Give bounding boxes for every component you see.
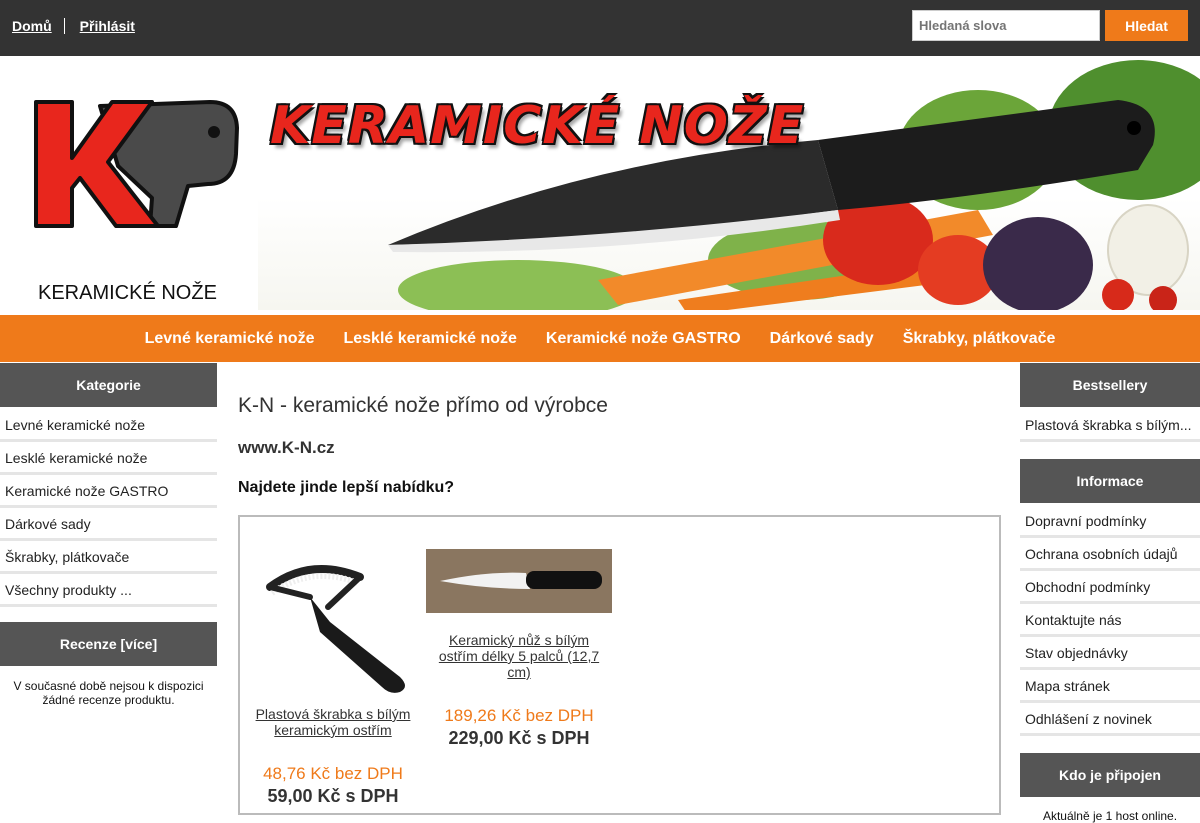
logo-knife-icon bbox=[34, 100, 239, 228]
category-item[interactable]: Levné keramické nože bbox=[0, 409, 217, 442]
bestsellers-heading: Bestsellery bbox=[1020, 363, 1200, 407]
nav-peelers[interactable]: Škrabky, plátkovače bbox=[903, 330, 1056, 348]
price-excl-vat: 48,76 Kč bez DPH bbox=[263, 764, 403, 783]
info-list: Dopravní podmínky Ochrana osobních údajů… bbox=[1020, 505, 1200, 736]
site-name: KERAMICKÉ NOŽE bbox=[38, 282, 217, 304]
category-item[interactable]: Keramické nože GASTRO bbox=[0, 475, 217, 508]
site-logo[interactable] bbox=[0, 66, 258, 262]
product-card: Plastová škrabka s bílým keramickým ostř… bbox=[250, 547, 416, 807]
knife-image[interactable] bbox=[426, 549, 612, 613]
offer-question: Najdete jinde lepší nabídku? bbox=[238, 479, 455, 496]
categories-list: Levné keramické nože Lesklé keramické no… bbox=[0, 409, 217, 607]
online-heading: Kdo je připojen bbox=[1020, 753, 1200, 797]
nav-gastro-knives[interactable]: Keramické nože GASTRO bbox=[546, 330, 741, 348]
product-grid: Plastová škrabka s bílým keramickým ostř… bbox=[238, 515, 1001, 815]
product-card: Keramický nůž s bílým ostřím délky 5 pal… bbox=[426, 549, 612, 749]
category-item[interactable]: Všechny produkty ... bbox=[0, 574, 217, 607]
product-link[interactable]: Keramický nůž s bílým ostřím délky 5 pal… bbox=[426, 632, 612, 680]
price-incl-vat: 59,00 Kč s DPH bbox=[267, 786, 399, 806]
link-divider bbox=[63, 18, 65, 34]
categories-heading: Kategorie bbox=[0, 363, 217, 407]
login-link[interactable]: Přihlásit bbox=[80, 18, 135, 34]
info-item[interactable]: Odhlášení z novinek bbox=[1020, 703, 1200, 736]
right-sidebar: Bestsellery Plastová škrabka s bílým... … bbox=[1020, 363, 1200, 823]
search-button[interactable]: Hledat bbox=[1105, 10, 1188, 41]
top-bar: Domů Přihlásit Hledat bbox=[0, 0, 1200, 56]
info-item[interactable]: Dopravní podmínky bbox=[1020, 505, 1200, 538]
top-links: Domů Přihlásit bbox=[12, 18, 135, 34]
product-link[interactable]: Plastová škrabka s bílým keramickým ostř… bbox=[250, 706, 416, 738]
info-heading: Informace bbox=[1020, 459, 1200, 503]
left-sidebar: Kategorie Levné keramické nože Lesklé ke… bbox=[0, 363, 217, 707]
nav-glossy-knives[interactable]: Lesklé keramické nože bbox=[343, 330, 516, 348]
banner-image: KERAMICKÉ NOŽE bbox=[258, 60, 1200, 310]
header: KERAMICKÉ NOŽE KERAMICKÉ NOŽE bbox=[0, 56, 1200, 315]
online-status: Aktuálně je 1 host online. bbox=[1042, 809, 1178, 823]
reviews-heading[interactable]: Recenze [více] bbox=[0, 622, 217, 666]
bestseller-item[interactable]: Plastová škrabka s bílým... bbox=[1020, 409, 1200, 442]
banner-title: KERAMICKÉ NOŽE bbox=[270, 96, 805, 156]
price-incl-vat: 229,00 Kč s DPH bbox=[448, 728, 590, 748]
category-item[interactable]: Lesklé keramické nože bbox=[0, 442, 217, 475]
info-item[interactable]: Stav objednávky bbox=[1020, 637, 1200, 670]
category-item[interactable]: Škrabky, plátkovače bbox=[0, 541, 217, 574]
info-item[interactable]: Mapa stránek bbox=[1020, 670, 1200, 703]
search-input[interactable] bbox=[912, 10, 1100, 41]
info-item[interactable]: Ochrana osobních údajů bbox=[1020, 538, 1200, 571]
nav-cheap-knives[interactable]: Levné keramické nože bbox=[145, 330, 315, 348]
price-excl-vat: 189,26 Kč bez DPH bbox=[444, 706, 594, 725]
main-content: K-N - keramické nože přímo od výrobce ww… bbox=[238, 363, 1002, 815]
info-item[interactable]: Kontaktujte nás bbox=[1020, 604, 1200, 637]
main-nav: Levné keramické nože Lesklé keramické no… bbox=[0, 315, 1200, 362]
peeler-image[interactable] bbox=[250, 547, 416, 697]
page-title: K-N - keramické nože přímo od výrobce bbox=[238, 394, 608, 417]
info-item[interactable]: Obchodní podmínky bbox=[1020, 571, 1200, 604]
category-item[interactable]: Dárkové sady bbox=[0, 508, 217, 541]
site-url: www.K-N.cz bbox=[238, 438, 335, 457]
reviews-note: V současné době nejsou k dispozici žádné… bbox=[13, 679, 204, 707]
home-link[interactable]: Domů bbox=[12, 18, 52, 34]
nav-gift-sets[interactable]: Dárkové sady bbox=[770, 330, 874, 348]
bestsellers-list: Plastová škrabka s bílým... bbox=[1020, 409, 1200, 442]
